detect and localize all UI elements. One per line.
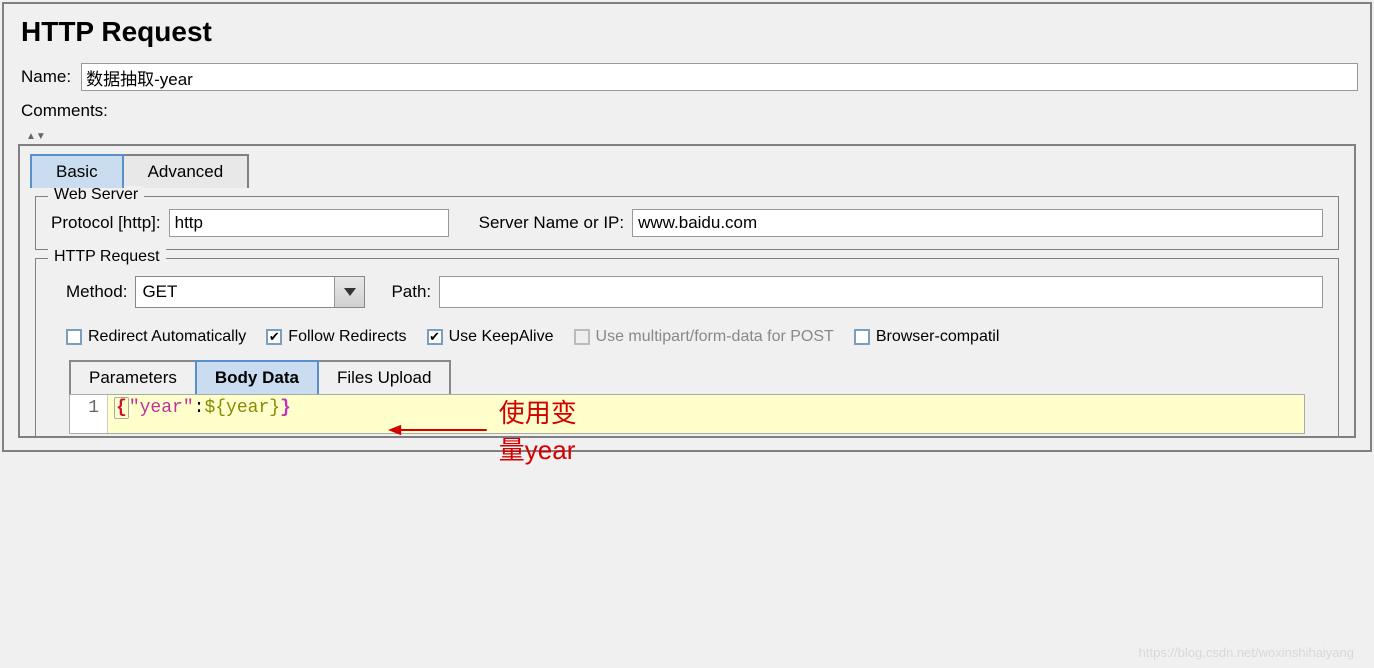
code-line[interactable]: {"year":${year}} 使用变量year [108, 395, 297, 433]
annotation-text: 使用变量year [499, 393, 601, 467]
comments-input[interactable] [118, 99, 1358, 123]
brace-close: } [280, 398, 291, 418]
multipart-label: Use multipart/form-data for POST [596, 328, 834, 346]
protocol-input[interactable] [169, 209, 449, 237]
comments-row: Comments: [16, 99, 1358, 123]
body-data-editor[interactable]: 1 {"year":${year}} 使用变量year [69, 394, 1305, 434]
multipart-checkbox [574, 329, 590, 345]
follow-redirects-checkbox[interactable] [266, 329, 282, 345]
main-tabs: Basic Advanced [30, 154, 1354, 188]
arrow-icon [388, 415, 487, 445]
line-number: 1 [70, 395, 108, 433]
web-server-legend: Web Server [48, 186, 144, 204]
redirect-auto-label: Redirect Automatically [88, 328, 246, 346]
colon: : [194, 398, 205, 418]
var-name: year [226, 398, 269, 418]
tab-advanced[interactable]: Advanced [122, 154, 250, 188]
path-input[interactable] [439, 276, 1323, 308]
comments-label: Comments: [21, 101, 108, 121]
name-label: Name: [21, 67, 71, 87]
page-title: HTTP Request [16, 16, 1358, 48]
follow-redirects-label: Follow Redirects [288, 328, 406, 346]
tab-files-upload[interactable]: Files Upload [317, 360, 452, 394]
brace-open: { [114, 397, 129, 419]
http-request-panel: HTTP Request Name: Comments: ▲▼ Basic Ad… [2, 2, 1372, 452]
expand-collapse-icons[interactable]: ▲▼ [16, 131, 1358, 142]
web-server-fieldset: Web Server Protocol [http]: Server Name … [35, 196, 1339, 250]
annotation-callout: 使用变量year [388, 393, 601, 467]
redirect-auto-checkbox[interactable] [66, 329, 82, 345]
browser-compat-label: Browser-compatil [876, 328, 1000, 346]
path-label: Path: [391, 282, 431, 302]
body-tabs: Parameters Body Data Files Upload [69, 360, 1323, 394]
config-panel: Basic Advanced Web Server Protocol [http… [18, 144, 1356, 438]
var-close: } [269, 398, 280, 418]
server-name-input[interactable] [632, 209, 1323, 237]
tab-parameters[interactable]: Parameters [69, 360, 197, 394]
name-input[interactable] [81, 63, 1358, 91]
keepalive-checkbox[interactable] [427, 329, 443, 345]
protocol-label: Protocol [http]: [51, 213, 161, 233]
name-row: Name: [16, 63, 1358, 91]
browser-compat-checkbox[interactable] [854, 329, 870, 345]
watermark: https://blog.csdn.net/woxinshihaiyang [1139, 645, 1354, 660]
var-open: ${ [204, 398, 226, 418]
method-select[interactable]: GET [135, 276, 365, 308]
tab-basic[interactable]: Basic [30, 154, 124, 188]
http-request-legend: HTTP Request [48, 248, 166, 266]
server-name-label: Server Name or IP: [479, 213, 625, 233]
tab-body-data[interactable]: Body Data [195, 360, 319, 394]
dropdown-arrow-icon [334, 277, 364, 307]
json-key: "year" [129, 398, 194, 418]
http-request-fieldset: HTTP Request Method: GET Path: Redirect … [35, 258, 1339, 436]
keepalive-label: Use KeepAlive [449, 328, 554, 346]
method-value: GET [136, 278, 334, 306]
method-label: Method: [66, 282, 127, 302]
